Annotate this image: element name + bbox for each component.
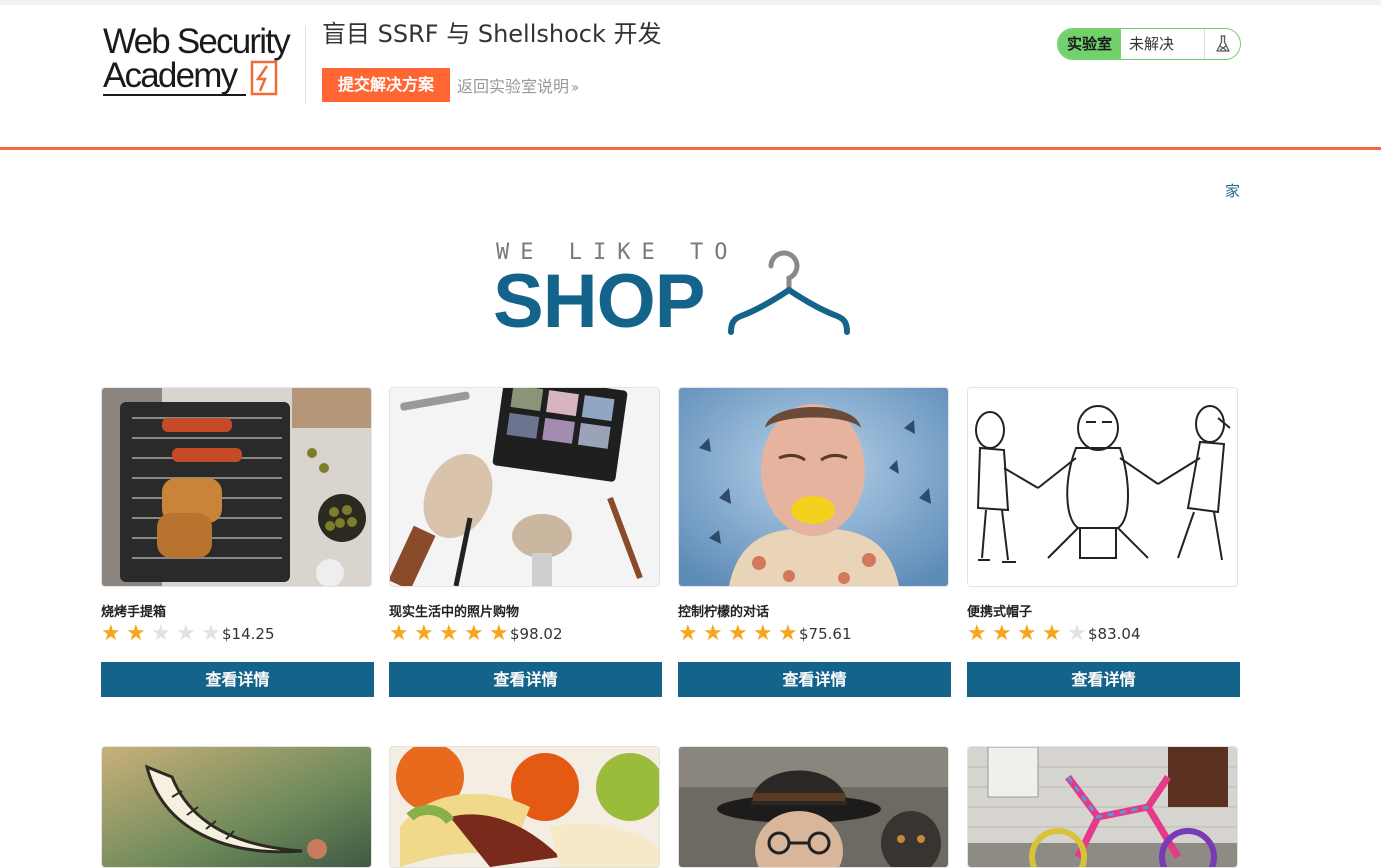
star-filled-icon: ★	[728, 621, 748, 646]
logo-underline	[103, 94, 246, 96]
double-chevron-icon: ››	[571, 80, 579, 96]
product-card	[101, 746, 372, 868]
star-filled-icon: ★	[678, 621, 698, 646]
product-rating: ★ ★ ★ ★ ★ $14.25	[101, 623, 275, 645]
product-image-sketch	[967, 387, 1238, 587]
product-name: 便携式帽子	[967, 605, 1033, 620]
product-rating: ★ ★ ★ ★ ★ $98.02	[389, 623, 563, 645]
star-filled-icon: ★	[126, 621, 146, 646]
star-filled-icon: ★	[992, 621, 1012, 646]
back-link-label: 返回实验室说明	[457, 77, 570, 96]
product-image-bicycle	[967, 746, 1238, 868]
product-image-makeup	[389, 387, 660, 587]
hanger-icon	[728, 250, 850, 335]
lab-status-widget: 实验室 未解决	[1057, 28, 1241, 60]
product-price: $14.25	[222, 625, 275, 643]
product-image-lemon-face	[678, 387, 949, 587]
logo-bolt-icon	[250, 60, 278, 96]
product-image-grill	[101, 387, 372, 587]
flask-icon	[1204, 29, 1240, 59]
star-filled-icon: ★	[414, 621, 434, 646]
star-filled-icon: ★	[389, 621, 409, 646]
lab-title: 盲目 SSRF 与 Shellshock 开发	[322, 20, 662, 48]
logo-text-line2: Academy	[103, 56, 238, 95]
product-card	[967, 746, 1238, 868]
product-price: $98.02	[510, 625, 563, 643]
product-image-smile	[101, 746, 372, 868]
product-name: 烧烤手提箱	[101, 605, 167, 620]
product-name: 现实生活中的照片购物	[389, 605, 520, 620]
product-image-fruit	[389, 746, 660, 868]
header-divider	[305, 26, 306, 104]
view-details-button[interactable]: 查看详情	[678, 662, 951, 697]
star-filled-icon: ★	[101, 621, 121, 646]
product-price: $83.04	[1088, 625, 1141, 643]
back-to-description-link[interactable]: 返回实验室说明 ››	[457, 76, 579, 99]
star-filled-icon: ★	[439, 621, 459, 646]
product-price: $75.61	[799, 625, 852, 643]
view-details-button[interactable]: 查看详情	[389, 662, 662, 697]
lab-status-label: 实验室	[1058, 29, 1121, 59]
home-link[interactable]: 家	[1225, 180, 1240, 201]
banner-title: SHOP	[493, 259, 705, 344]
product-name: 控制柠檬的对话	[678, 605, 770, 620]
logo-text-line1: Web Security	[103, 22, 291, 61]
view-details-button[interactable]: 查看详情	[101, 662, 374, 697]
academy-logo[interactable]: Web Security Academy	[103, 22, 303, 102]
product-image-hat-man	[678, 746, 949, 868]
star-empty-icon: ★	[176, 621, 196, 646]
star-filled-icon: ★	[753, 621, 773, 646]
product-card	[678, 746, 949, 868]
product-rating: ★ ★ ★ ★ ★ $83.04	[967, 623, 1141, 645]
star-filled-icon: ★	[1042, 621, 1062, 646]
star-empty-icon: ★	[151, 621, 171, 646]
product-rating: ★ ★ ★ ★ ★ $75.61	[678, 623, 852, 645]
star-filled-icon: ★	[703, 621, 723, 646]
view-details-button[interactable]: 查看详情	[967, 662, 1240, 697]
submit-solution-button[interactable]: 提交解决方案	[322, 68, 450, 102]
star-filled-icon: ★	[967, 621, 987, 646]
star-filled-icon: ★	[464, 621, 484, 646]
shop-banner: WE LIKE TO SHOP	[493, 238, 853, 342]
star-filled-icon: ★	[1017, 621, 1037, 646]
lab-status-value: 未解决	[1129, 35, 1175, 53]
header-accent-rule	[0, 147, 1381, 150]
product-card	[389, 746, 660, 868]
